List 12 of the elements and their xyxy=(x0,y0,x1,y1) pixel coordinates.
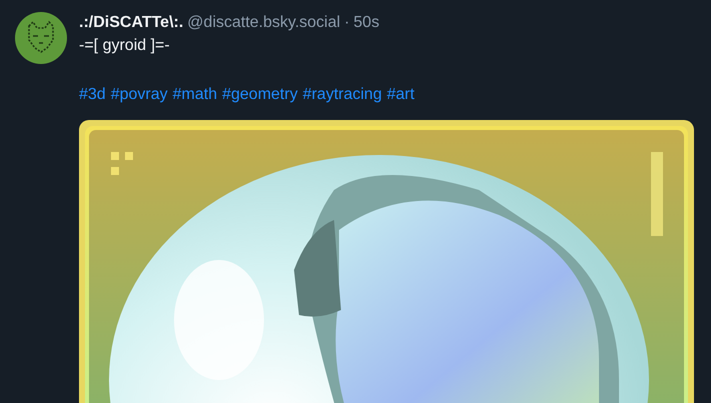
avatar[interactable] xyxy=(15,12,67,64)
post-text: -=[ gyroid ]=- xyxy=(79,36,171,56)
hashtag-link[interactable]: #3d xyxy=(79,84,106,106)
author-handle[interactable]: @discatte.bsky.social xyxy=(187,12,340,34)
hashtag-link[interactable]: #art xyxy=(386,84,414,106)
hashtag-link[interactable]: #math xyxy=(172,84,218,106)
hashtag-link[interactable]: #geometry xyxy=(222,84,298,106)
separator: · xyxy=(344,13,350,33)
hashtag-link[interactable]: #povray xyxy=(110,84,168,106)
author-name[interactable]: .:/DiSCATTe\:. xyxy=(79,12,184,34)
hashtag-link[interactable]: #raytracing xyxy=(302,84,382,106)
post-time[interactable]: 50s xyxy=(354,12,380,34)
